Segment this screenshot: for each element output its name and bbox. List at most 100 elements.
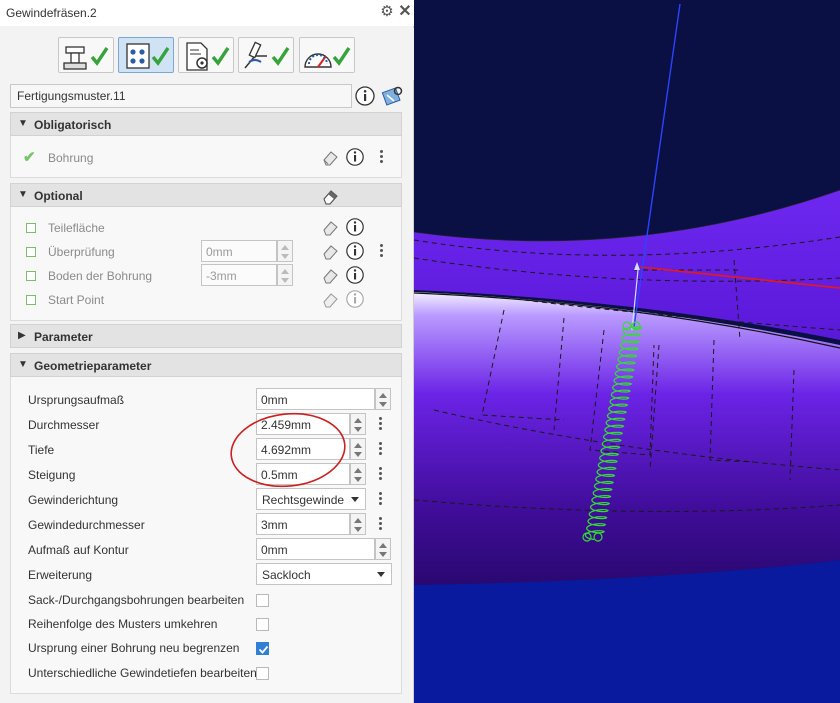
optional-indicator xyxy=(26,223,36,233)
section-optional-body: Teilefläche Überprüfung 0mm Boden der Bo… xyxy=(10,207,402,321)
collapse-arrow-icon: ▼ xyxy=(18,189,28,200)
parameters-tab[interactable] xyxy=(178,37,234,73)
feeds-tab[interactable] xyxy=(299,37,355,73)
section-geometry-header[interactable]: ▼ Geometrieparameter xyxy=(10,353,402,377)
origin-offset-value: 0mm xyxy=(261,393,288,407)
eraser-icon[interactable] xyxy=(320,289,340,309)
thread-diameter-spinner[interactable] xyxy=(350,513,366,535)
origin-offset-spinner[interactable] xyxy=(375,388,391,410)
more-options-icon[interactable] xyxy=(377,465,383,483)
contour-offset-input[interactable]: 0mm xyxy=(256,538,375,560)
gauge-icon xyxy=(304,47,351,68)
3d-viewport[interactable] xyxy=(414,0,840,703)
extension-label: Erweiterung xyxy=(28,568,93,582)
operation-tabs xyxy=(0,28,414,80)
thread-helix-toolpath xyxy=(582,321,643,542)
info-icon[interactable] xyxy=(354,85,376,107)
more-options-icon[interactable] xyxy=(377,515,383,533)
more-options-icon[interactable] xyxy=(377,490,383,508)
pattern-options-icon[interactable] xyxy=(381,85,405,107)
more-options-icon[interactable] xyxy=(377,415,383,433)
eraser-icon[interactable] xyxy=(320,186,340,206)
eraser-icon[interactable] xyxy=(320,241,340,261)
eraser-icon[interactable] xyxy=(320,265,340,285)
pitch-spinner[interactable] xyxy=(350,463,366,485)
section-parameter-title: Parameter xyxy=(34,330,93,344)
check-icon: ✔ xyxy=(23,149,36,166)
thread-depths-checkbox[interactable] xyxy=(256,667,269,680)
extension-select[interactable]: Sackloch xyxy=(256,563,392,585)
helix-path xyxy=(584,326,643,541)
reverse-pattern-label: Reihenfolge des Musters umkehren xyxy=(28,617,218,631)
origin-offset-label: Ursprungsaufmaß xyxy=(28,393,125,407)
more-options-icon[interactable] xyxy=(377,440,383,458)
relimit-origin-label: Ursprung einer Bohrung neu begrenzen xyxy=(28,641,240,655)
hole-selection-label[interactable]: Bohrung xyxy=(48,151,93,165)
thread-depths-label: Unterschiedliche Gewindetiefen bearbeite… xyxy=(28,666,257,680)
section-mandatory-body: ✔ Bohrung xyxy=(10,136,402,178)
more-options-icon[interactable] xyxy=(378,148,384,166)
contour-offset-spinner[interactable] xyxy=(375,538,391,560)
checkmark-icon xyxy=(258,645,269,654)
machining-pattern-field[interactable]: Fertigungsmuster.11 xyxy=(10,84,352,108)
contour-offset-label: Aufmaß auf Kontur xyxy=(28,543,129,557)
machine-tool-icon xyxy=(63,46,109,70)
thread-direction-value: Rechtsgewinde xyxy=(262,493,345,507)
expand-arrow-icon: ▶ xyxy=(18,330,26,341)
part-surface-label[interactable]: Teilefläche xyxy=(48,221,105,235)
thread-diameter-input[interactable]: 3mm xyxy=(256,513,350,535)
section-geometry-title: Geometrieparameter xyxy=(34,359,152,373)
document-gear-icon xyxy=(186,42,230,71)
check-offset-spinner[interactable] xyxy=(277,240,293,262)
geometry-icon xyxy=(126,43,170,69)
eraser-icon[interactable] xyxy=(320,217,340,237)
info-icon[interactable] xyxy=(345,241,365,261)
start-point-label[interactable]: Start Point xyxy=(48,293,104,307)
close-icon[interactable]: ✕ xyxy=(397,3,413,21)
depth-label: Tiefe xyxy=(28,443,55,457)
diameter-spinner[interactable] xyxy=(350,413,366,435)
chevron-down-icon xyxy=(377,572,385,577)
machine-tab[interactable] xyxy=(58,37,114,73)
helix-endpoint-marker xyxy=(593,532,603,542)
optional-indicator xyxy=(26,247,36,257)
origin-offset-input[interactable]: 0mm xyxy=(256,388,375,410)
check-offset-value: 0mm xyxy=(206,245,233,259)
collapse-arrow-icon: ▼ xyxy=(18,118,28,129)
relimit-origin-checkbox[interactable] xyxy=(256,642,269,655)
section-mandatory-header[interactable]: ▼ Obligatorisch xyxy=(10,112,402,136)
check-offset-input[interactable]: 0mm xyxy=(201,240,277,262)
geometry-tab[interactable] xyxy=(118,37,174,73)
info-icon[interactable] xyxy=(345,147,365,167)
check-surface-label[interactable]: Überprüfung xyxy=(48,245,115,259)
extension-value: Sackloch xyxy=(262,568,311,582)
dialog-title: Gewindefräsen.2 xyxy=(6,6,97,20)
reverse-pattern-checkbox[interactable] xyxy=(256,618,269,631)
thread-diameter-value: 3mm xyxy=(261,518,288,532)
info-icon[interactable] xyxy=(345,217,365,237)
diameter-label: Durchmesser xyxy=(28,418,100,432)
pitch-label: Steigung xyxy=(28,468,76,482)
hole-bottom-label[interactable]: Boden der Bohrung xyxy=(48,269,152,283)
thread-diameter-label: Gewindedurchmesser xyxy=(28,518,145,532)
gear-icon[interactable]: ⚙ xyxy=(378,3,396,21)
depth-spinner[interactable] xyxy=(350,438,366,460)
more-options-icon[interactable] xyxy=(378,242,384,260)
highlight-ellipse xyxy=(230,412,346,488)
strategy-tab[interactable] xyxy=(238,37,294,73)
hole-bottom-input[interactable]: -3mm xyxy=(201,264,277,286)
chevron-down-icon xyxy=(351,497,359,502)
section-parameter-header[interactable]: ▶ Parameter xyxy=(10,324,402,348)
optional-indicator xyxy=(26,295,36,305)
info-icon[interactable] xyxy=(345,265,365,285)
section-optional-title: Optional xyxy=(34,189,83,203)
machining-pattern-value: Fertigungsmuster.11 xyxy=(17,89,126,103)
eraser-icon[interactable] xyxy=(320,147,340,167)
blind-through-holes-checkbox[interactable] xyxy=(256,594,269,607)
hole-bottom-spinner[interactable] xyxy=(277,264,293,286)
dialog-titlebar: Gewindefräsen.2 ⚙ ✕ xyxy=(0,0,414,26)
hole-bottom-value: -3mm xyxy=(206,269,237,283)
optional-indicator xyxy=(26,271,36,281)
info-icon[interactable] xyxy=(345,289,365,309)
section-optional-header[interactable]: ▼ Optional xyxy=(10,183,402,207)
